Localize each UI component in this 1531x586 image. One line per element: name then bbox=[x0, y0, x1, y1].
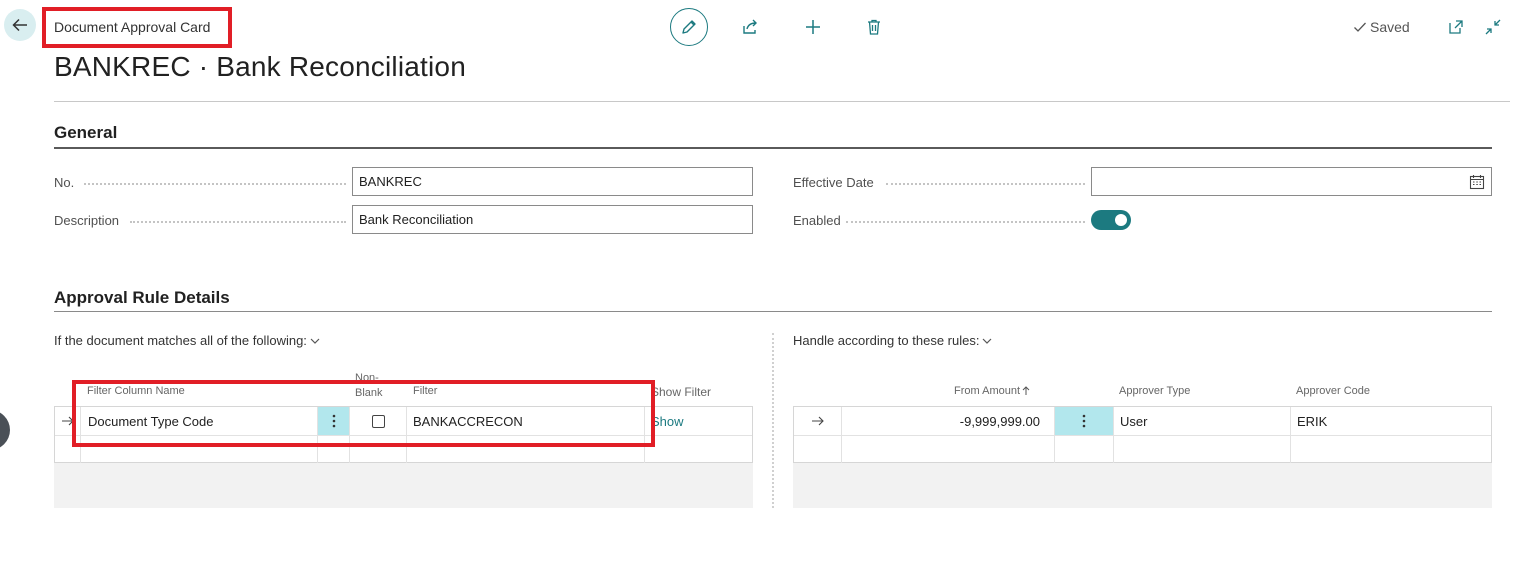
row-selector[interactable] bbox=[794, 407, 842, 435]
column-header-approver-type[interactable]: Approver Type bbox=[1119, 385, 1190, 397]
vertical-ellipsis-icon bbox=[1082, 414, 1086, 428]
effective-date-input[interactable] bbox=[1091, 167, 1492, 196]
highlight-box-filter-row bbox=[72, 380, 655, 447]
show-filter-link[interactable]: Show bbox=[645, 407, 752, 435]
column-header-from-amount[interactable]: From Amount bbox=[954, 385, 1030, 397]
share-button[interactable] bbox=[738, 15, 762, 39]
cell-approver-code[interactable]: ERIK bbox=[1291, 407, 1491, 435]
delete-button[interactable] bbox=[862, 15, 886, 39]
pencil-icon bbox=[682, 20, 696, 34]
no-label: No. bbox=[54, 175, 75, 190]
cell-from-amount[interactable]: -9,999,999.00 bbox=[842, 407, 1055, 435]
filters-caption-text: If the document matches all of the follo… bbox=[54, 333, 307, 348]
new-button[interactable] bbox=[801, 15, 825, 39]
enabled-toggle[interactable] bbox=[1091, 210, 1131, 230]
side-panel-handle[interactable] bbox=[0, 410, 10, 450]
collapse-icon bbox=[1485, 19, 1501, 35]
filters-caption[interactable]: If the document matches all of the follo… bbox=[54, 333, 321, 348]
rules-caption[interactable]: Handle according to these rules: bbox=[793, 333, 993, 348]
rules-grid: -9,999,999.00 User ERIK bbox=[793, 406, 1492, 463]
sort-ascending-icon bbox=[1022, 386, 1030, 395]
section-title-general[interactable]: General bbox=[54, 123, 117, 143]
collapse-button[interactable] bbox=[1481, 15, 1505, 39]
no-input[interactable]: BANKREC bbox=[352, 167, 753, 196]
header-divider bbox=[54, 101, 1510, 102]
cell-approver-type[interactable]: User bbox=[1114, 407, 1291, 435]
rules-grid-footer bbox=[793, 463, 1492, 508]
description-label: Description bbox=[54, 213, 120, 228]
vertical-divider bbox=[772, 333, 774, 508]
page-title: BANKREC · Bank Reconciliation bbox=[54, 51, 466, 82]
effective-date-leader-dots bbox=[886, 183, 1085, 185]
share-icon bbox=[743, 19, 757, 34]
saved-label: Saved bbox=[1370, 19, 1410, 35]
chevron-down-icon bbox=[983, 338, 992, 344]
column-header-approver-code[interactable]: Approver Code bbox=[1296, 385, 1370, 397]
empty-row-selector[interactable] bbox=[794, 436, 842, 463]
back-button[interactable] bbox=[4, 9, 36, 41]
no-leader-dots bbox=[84, 183, 346, 185]
toggle-knob bbox=[1115, 214, 1127, 226]
trash-icon bbox=[868, 19, 880, 35]
enabled-leader-dots bbox=[846, 221, 1085, 223]
description-leader-dots bbox=[130, 221, 346, 223]
column-header-show-filter[interactable]: Show Filter bbox=[651, 385, 711, 399]
back-arrow-icon bbox=[12, 18, 27, 32]
description-input[interactable]: Bank Reconciliation bbox=[352, 205, 753, 234]
enabled-label: Enabled bbox=[793, 213, 841, 228]
effective-date-label: Effective Date bbox=[793, 175, 874, 190]
row-actions-button[interactable] bbox=[1055, 407, 1114, 435]
section-title-approval-rule-details[interactable]: Approval Rule Details bbox=[54, 288, 230, 308]
empty-cell[interactable] bbox=[842, 436, 1055, 463]
rules-caption-text: Handle according to these rules: bbox=[793, 333, 980, 348]
filters-grid-footer bbox=[54, 463, 753, 508]
open-in-new-window-icon bbox=[1449, 20, 1463, 34]
arrow-right-icon bbox=[811, 416, 824, 426]
plus-icon bbox=[806, 20, 820, 34]
section-divider-general bbox=[54, 147, 1492, 149]
open-new-window-button[interactable] bbox=[1444, 15, 1468, 39]
saved-status: Saved bbox=[1353, 19, 1410, 35]
checkmark-icon bbox=[1354, 22, 1366, 32]
edit-button[interactable] bbox=[670, 8, 708, 46]
section-divider-approval-rules bbox=[54, 311, 1492, 312]
empty-cell[interactable] bbox=[1114, 436, 1291, 463]
chevron-down-icon bbox=[310, 338, 320, 344]
column-header-from-amount-text: From Amount bbox=[954, 385, 1021, 397]
empty-cell[interactable] bbox=[1055, 436, 1114, 463]
highlight-box-breadcrumb bbox=[42, 7, 232, 48]
calendar-icon[interactable] bbox=[1469, 174, 1485, 190]
